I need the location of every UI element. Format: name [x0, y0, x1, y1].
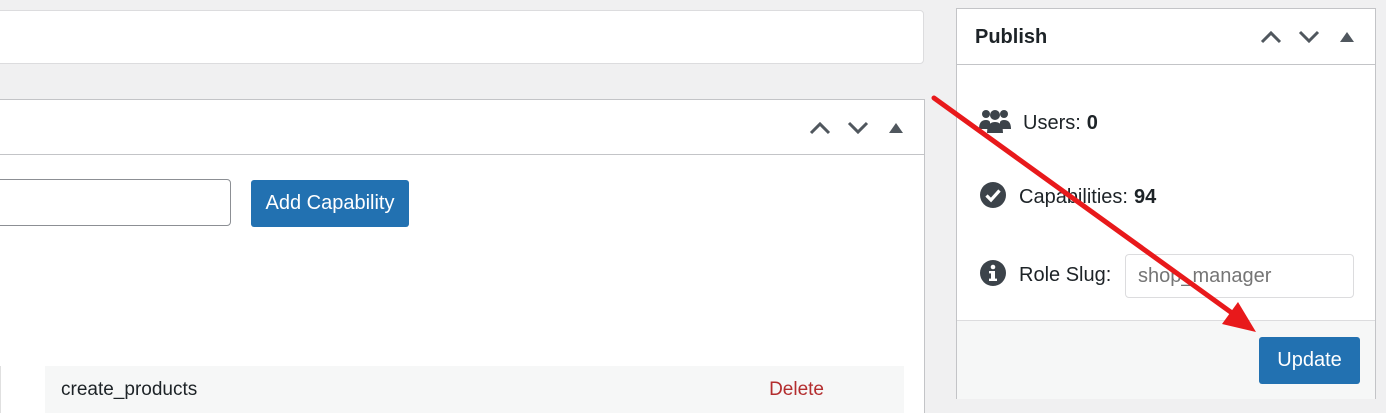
delete-link[interactable]: Delete: [769, 379, 824, 401]
table-cell: [0, 366, 1, 413]
users-label: Users:: [1023, 112, 1081, 134]
chevron-up-icon[interactable]: [1257, 23, 1285, 51]
capability-name: create_products: [61, 379, 198, 400]
capabilities-value: 94: [1133, 186, 1157, 208]
users-count-row: Users: 0: [979, 105, 1098, 142]
capabilities-count-row: Capabilities: 94: [979, 181, 1156, 214]
info-icon: [979, 259, 1007, 292]
triangle-up-icon[interactable]: [1333, 23, 1361, 51]
role-slug-input[interactable]: [1125, 254, 1354, 298]
publish-panel: Publish Users: 0 Capabilities: 94 Role S…: [956, 8, 1376, 399]
capability-row: create_products Delete: [45, 366, 904, 413]
capabilities-label: Capabilities:: [1019, 186, 1128, 208]
publish-actions: Update: [957, 320, 1375, 399]
chevron-down-icon[interactable]: [1295, 23, 1323, 51]
chevron-up-icon[interactable]: [806, 114, 834, 142]
postbox-controls: [1257, 9, 1361, 65]
update-button[interactable]: Update: [1259, 337, 1360, 384]
role-slug-row: Role Slug:: [979, 259, 1111, 292]
users-value: 0: [1086, 112, 1098, 134]
publish-panel-header: Publish: [957, 9, 1375, 65]
title-input-area[interactable]: [0, 10, 924, 64]
capabilities-panel: Add Capability create_products Delete: [0, 99, 925, 413]
role-slug-label: Role Slug:: [1019, 264, 1112, 286]
postbox-controls: [806, 100, 910, 155]
check-circle-icon: [979, 181, 1007, 214]
chevron-down-icon[interactable]: [844, 114, 872, 142]
new-capability-input[interactable]: [0, 179, 231, 226]
add-capability-button[interactable]: Add Capability: [251, 180, 409, 227]
capabilities-panel-header: [0, 100, 924, 155]
users-icon: [979, 105, 1011, 142]
publish-title: Publish: [975, 26, 1048, 48]
triangle-up-icon[interactable]: [882, 114, 910, 142]
